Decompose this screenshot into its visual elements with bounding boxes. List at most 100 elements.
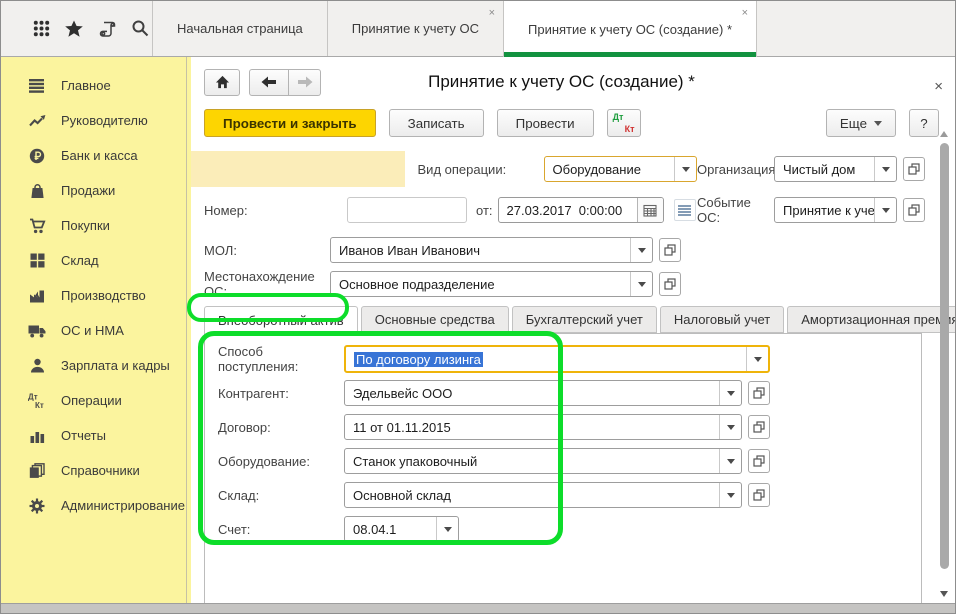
dtkt-postings-button[interactable]: Дт Кт [607,109,641,137]
sidebar-item-sales[interactable]: Продажи [1,173,186,208]
dropdown-arrow-icon[interactable] [746,347,768,371]
back-button[interactable] [249,69,289,96]
sidebar-item-reports[interactable]: Отчеты [1,418,186,453]
sidebar-item-purchases[interactable]: Покупки [1,208,186,243]
sidebar-item-bank-cash[interactable]: Банк и касса [1,138,186,173]
os-event-label: Событие ОС: [697,195,774,225]
warehouse-combo[interactable]: Основной склад [344,482,742,508]
location-open-button[interactable] [659,272,681,296]
tab-fixed-assets[interactable]: Основные средства [361,306,509,333]
main-menu-icon[interactable] [31,19,51,39]
tab-os-acceptance[interactable]: Принятие к учету ОС × [327,1,503,56]
person-icon [28,358,46,374]
calendar-button[interactable] [637,198,663,222]
history-scroll-icon[interactable] [97,19,117,39]
dropdown-arrow-icon[interactable] [630,238,652,262]
organization-combo[interactable]: Чистый дом [774,156,897,182]
forward-button[interactable] [289,69,321,96]
ruble-coin-icon [28,148,46,164]
tab-depreciation-bonus[interactable]: Амортизационная премия [787,306,955,333]
close-icon[interactable]: × [742,8,748,19]
tab-accounting[interactable]: Бухгалтерский учет [512,306,657,333]
dropdown-arrow-icon[interactable] [874,157,896,181]
home-button[interactable] [204,69,240,96]
sidebar-item-os-nma[interactable]: ОС и НМА [1,313,186,348]
organization-open-button[interactable] [903,157,925,181]
os-event-combo[interactable]: Принятие к учету [774,197,897,223]
sidebar-item-warehouse[interactable]: Склад [1,243,186,278]
dropdown-arrow-icon[interactable] [719,483,741,507]
os-event-group: Событие ОС: Принятие к учету [697,195,925,225]
scroll-up-icon[interactable] [940,131,948,137]
calendar-icon [643,204,657,217]
sidebar: Главное Руководителю Банк и касса Продаж… [1,57,187,603]
sidebar-item-manager[interactable]: Руководителю [1,103,186,138]
warehouse-label: Склад: [218,488,344,503]
favorites-star-icon[interactable] [64,19,84,39]
post-button[interactable]: Провести [497,109,594,137]
operation-kind-combo[interactable]: Оборудование [544,156,697,182]
number-label: Номер: [204,203,330,218]
save-button[interactable]: Записать [389,109,484,137]
counterparty-open-button[interactable] [748,381,770,405]
date-label: от: [476,203,493,218]
dropdown-arrow-icon[interactable] [719,415,741,439]
warehouse-open-button[interactable] [748,483,770,507]
vertical-scrollbar[interactable] [939,131,950,603]
menu-lines-icon [28,78,46,94]
sidebar-item-operations[interactable]: ДтКт Операции [1,383,186,418]
dropdown-arrow-icon[interactable] [874,198,896,222]
location-combo[interactable]: Основное подразделение [330,271,653,297]
counterparty-label: Контрагент: [218,386,344,401]
equipment-combo[interactable]: Станок упаковочный [344,448,742,474]
quick-toolbar [1,1,152,56]
open-window-icon [753,455,765,467]
bag-icon [28,183,46,199]
equipment-open-button[interactable] [748,449,770,473]
tab-noncurrent-asset[interactable]: Внеоборотный актив [204,306,358,334]
os-event-open-button[interactable] [903,198,925,222]
contract-open-button[interactable] [748,415,770,439]
contract-combo[interactable]: 11 от 01.11.2015 [344,414,742,440]
scroll-down-icon[interactable] [940,591,948,597]
scrollbar-thumb[interactable] [940,143,949,569]
sidebar-item-references[interactable]: Справочники [1,453,186,488]
equipment-row: Оборудование: Станок упаковочный [218,444,921,478]
counterparty-combo[interactable]: Эдельвейс ООО [344,380,742,406]
form-close-icon[interactable]: × [934,79,943,94]
tab-os-acceptance-new[interactable]: Принятие к учету ОС (создание) * × [503,1,757,57]
account-combo[interactable]: 08.04.1 [344,516,459,542]
tab-label: Принятие к учету ОС (создание) * [528,22,732,37]
close-icon[interactable]: × [489,8,495,19]
document-journal-button[interactable] [674,199,696,221]
sidebar-item-salary-hr[interactable]: Зарплата и кадры [1,348,186,383]
acquisition-method-combo[interactable]: По договору лизинга [344,345,770,373]
date-field[interactable]: 27.03.2017 0:00:00 [498,197,664,223]
more-button[interactable]: Еще [826,109,896,137]
sidebar-item-label: Склад [61,253,99,268]
dropdown-arrow-icon[interactable] [719,381,741,405]
kt-label: Кт [625,124,635,134]
dtkt-icon: ДтКт [28,393,46,409]
open-window-icon [753,387,765,399]
tab-tax-accounting[interactable]: Налоговый учет [660,306,784,333]
post-and-close-button[interactable]: Провести и закрыть [204,109,376,137]
dropdown-arrow-icon[interactable] [436,517,458,541]
dropdown-arrow-icon[interactable] [674,157,696,181]
dropdown-arrow-icon[interactable] [719,449,741,473]
search-icon[interactable] [130,19,150,39]
mol-open-button[interactable] [659,238,681,262]
help-button[interactable]: ? [909,109,939,137]
dropdown-arrow-icon[interactable] [630,272,652,296]
arrow-left-icon [261,76,277,88]
dt-label: Дт [613,112,624,122]
factory-icon [28,288,46,304]
gear-icon [28,498,46,514]
sidebar-item-main[interactable]: Главное [1,68,186,103]
number-input[interactable] [347,197,467,223]
sidebar-item-production[interactable]: Производство [1,278,186,313]
counterparty-row: Контрагент: Эдельвейс ООО [218,376,921,410]
tab-home-page[interactable]: Начальная страница [152,1,327,56]
mol-combo[interactable]: Иванов Иван Иванович [330,237,653,263]
sidebar-item-administration[interactable]: Администрирование [1,488,186,523]
